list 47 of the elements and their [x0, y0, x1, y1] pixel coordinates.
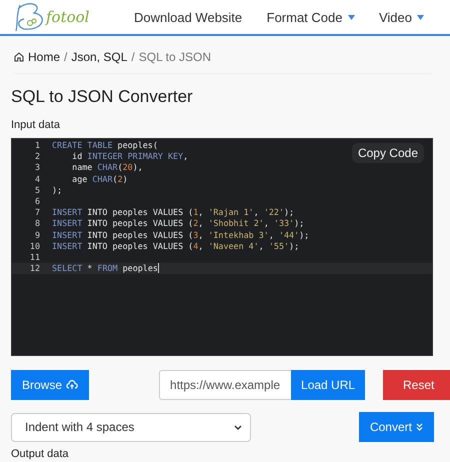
line-number: 10 — [28, 240, 41, 252]
line-number: 5 — [34, 184, 41, 196]
indent-select[interactable]: Indent with 4 spaces — [11, 412, 251, 442]
browse-button[interactable]: Browse — [11, 370, 90, 400]
line-number: 7 — [34, 207, 41, 218]
output-label: Output data — [11, 448, 70, 460]
breadcrumb-link[interactable]: SQL to JSON — [138, 50, 211, 64]
breadcrumb-separator: / — [64, 50, 68, 64]
code-line: INSERT INTO peoples VALUES (4, 'Naveen 4', '55'); — [52, 240, 300, 252]
code-line: INSERT INTO peoples VALUES (3, 'Intekhab 3', '44'); — [52, 230, 310, 241]
logo-text: fotool — [46, 8, 90, 26]
nav-link[interactable]: Format Code — [266, 10, 354, 24]
breadcrumb-link[interactable]: Json, SQL — [71, 50, 128, 64]
text-cursor — [158, 263, 159, 274]
cloud-upload-icon — [66, 380, 78, 390]
line-number: 3 — [34, 162, 41, 174]
code-line: id INTEGER PRIMARY KEY, — [71, 151, 188, 162]
line-number: 8 — [34, 218, 41, 230]
line-number: 1 — [34, 140, 41, 152]
line-number: 9 — [34, 230, 41, 241]
page-title: SQL to JSON Converter — [11, 87, 194, 107]
code-line: name CHAR(20), — [71, 162, 143, 174]
line-number: 2 — [34, 151, 41, 162]
breadcrumb-link[interactable]: Home — [28, 50, 60, 64]
code-editor[interactable] — [11, 138, 433, 356]
nav-link[interactable]: Download Website — [134, 10, 242, 24]
reset-button[interactable]: Reset — [383, 370, 450, 400]
home-icon — [14, 52, 24, 62]
code-line: CREATE TABLE peoples( — [52, 140, 158, 152]
convert-button[interactable]: Convert — [358, 412, 434, 442]
line-number: 11 — [28, 252, 41, 264]
nav-link[interactable]: Video — [378, 10, 424, 24]
breadcrumb-separator: / — [131, 50, 135, 64]
copy-code-button[interactable]: Copy Code — [352, 143, 424, 163]
input-label: Input data — [11, 119, 61, 131]
load-url-button[interactable]: Load URL — [291, 370, 366, 400]
code-line: INSERT INTO peoples VALUES (2, 'Shobhit 2', '33'); — [52, 218, 304, 230]
code-line: INSERT INTO peoples VALUES (1, 'Rajan 1', '22'); — [52, 207, 294, 218]
code-line: SELECT * FROM peoples — [52, 263, 158, 274]
chevron-down-icon — [234, 424, 242, 430]
line-number: 12 — [28, 263, 41, 274]
code-line: ); — [52, 184, 62, 196]
line-number: 6 — [34, 196, 41, 208]
double-chevron-down-icon — [416, 423, 423, 431]
url-field[interactable]: https://www.example — [159, 370, 292, 400]
code-line: age CHAR(2) — [71, 174, 128, 185]
line-number: 4 — [34, 174, 41, 185]
